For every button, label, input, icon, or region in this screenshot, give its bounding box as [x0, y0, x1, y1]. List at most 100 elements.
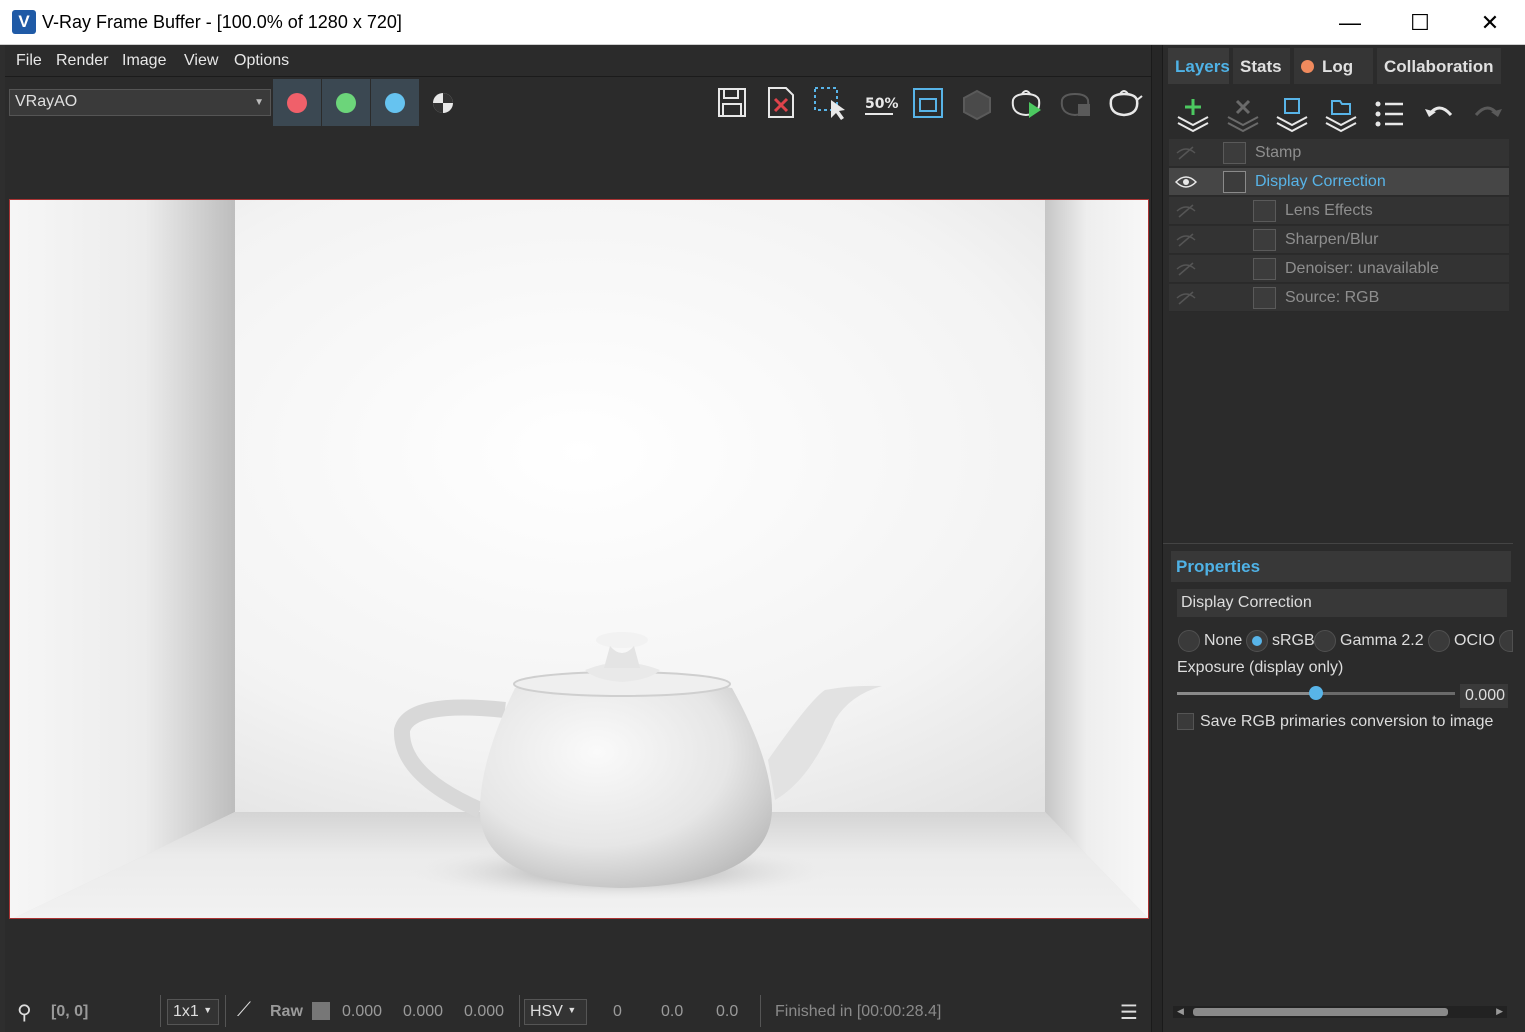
chevron-down-icon: ▼: [567, 1005, 577, 1015]
region-select-icon[interactable]: [811, 84, 849, 122]
radio-gamma-label: Gamma 2.2: [1340, 632, 1424, 649]
value-value: 0.0: [716, 1003, 739, 1020]
radio-none-label: None: [1204, 632, 1243, 649]
exposure-slider-handle[interactable]: [1309, 686, 1323, 700]
layer-label: Display Correction: [1255, 173, 1386, 190]
tab-stats[interactable]: Stats: [1233, 48, 1290, 84]
layer-row-stamp[interactable]: Stamp: [1169, 139, 1509, 167]
sharpen-blur-layer-icon: [1253, 229, 1276, 251]
red-channel-button[interactable]: [273, 79, 321, 126]
layer-name-field[interactable]: Display Correction: [1177, 589, 1507, 617]
save-layers-icon[interactable]: [1272, 95, 1312, 133]
tab-collaboration[interactable]: Collaboration: [1377, 48, 1501, 84]
eye-hidden-icon[interactable]: [1175, 290, 1197, 306]
exposure-slider[interactable]: [1177, 686, 1455, 700]
eye-hidden-icon[interactable]: [1175, 261, 1197, 277]
radio-ocio[interactable]: [1428, 630, 1450, 652]
eye-hidden-icon[interactable]: [1175, 203, 1197, 219]
divider: [760, 995, 761, 1027]
color-space-dropdown[interactable]: HSV ▼: [524, 999, 587, 1025]
status-bar: ⚲ [0, 0] 1x1 ▼ ⟋ Raw 0.000 0.000 0.000 H…: [5, 990, 1151, 1032]
scroll-right-icon[interactable]: ▶: [1496, 1006, 1503, 1017]
radio-srgb-label: sRGB: [1272, 632, 1315, 649]
menu-image[interactable]: Image: [122, 52, 166, 70]
red-dot-icon: [287, 93, 307, 113]
menu-options[interactable]: Options: [234, 52, 289, 70]
menu-file[interactable]: File: [16, 52, 42, 70]
layer-row-denoiser[interactable]: Denoiser: unavailable: [1169, 255, 1509, 283]
log-status-dot-icon: [1301, 60, 1314, 73]
layer-label: Stamp: [1255, 144, 1302, 161]
divider: [519, 995, 520, 1027]
red-value: 0.000: [342, 1003, 383, 1020]
layer-row-source-rgb[interactable]: Source: RGB: [1169, 284, 1509, 312]
panel-splitter[interactable]: [1151, 45, 1163, 1032]
color-swatch: [312, 1002, 330, 1020]
blue-channel-button[interactable]: [371, 79, 419, 126]
layer-row-sharpen-blur[interactable]: Sharpen/Blur: [1169, 226, 1509, 254]
scroll-left-icon[interactable]: ◀: [1177, 1006, 1184, 1017]
layer-row-display-correction[interactable]: Display Correction: [1169, 168, 1509, 196]
channel-dropdown[interactable]: VRayAO ▼: [9, 89, 271, 116]
save-rgb-checkbox[interactable]: [1177, 713, 1194, 730]
add-layer-icon[interactable]: [1173, 95, 1213, 133]
green-dot-icon: [336, 93, 356, 113]
sample-size-dropdown[interactable]: 1x1 ▼: [167, 999, 219, 1025]
divider: [225, 995, 226, 1027]
curve-icon[interactable]: ⟋: [237, 999, 251, 1022]
exposure-slider-fill: [1177, 692, 1316, 695]
clear-image-icon[interactable]: [762, 84, 800, 122]
stop-render-icon[interactable]: [1056, 84, 1094, 122]
mono-channel-icon[interactable]: [424, 84, 462, 122]
exposure-label: Exposure (display only): [1177, 659, 1344, 676]
rendered-image[interactable]: [9, 199, 1149, 919]
layer-label: Sharpen/Blur: [1285, 231, 1379, 248]
panel-horizontal-scrollbar[interactable]: ◀ ▶: [1173, 1006, 1507, 1018]
blue-value: 0.000: [464, 1003, 505, 1020]
log-toggle-icon[interactable]: ☰: [1120, 1000, 1138, 1025]
load-layers-icon[interactable]: [1321, 95, 1361, 133]
menu-view[interactable]: View: [184, 52, 218, 70]
vray-logo-icon: V: [12, 10, 36, 34]
minimize-button[interactable]: —: [1315, 0, 1385, 45]
interactive-render-icon[interactable]: [1007, 84, 1045, 122]
redo-icon[interactable]: [1468, 95, 1508, 133]
save-rgb-label: Save RGB primaries conversion to image: [1200, 713, 1494, 730]
render-region-icon[interactable]: [958, 84, 996, 122]
track-mouse-icon[interactable]: [909, 84, 947, 122]
close-button[interactable]: ✕: [1455, 0, 1525, 45]
render-icon[interactable]: [1105, 84, 1143, 122]
properties-splitter[interactable]: [1163, 543, 1513, 549]
menu-render[interactable]: Render: [56, 52, 108, 70]
render-status: Finished in [00:00:28.4]: [775, 1003, 942, 1020]
source-layer-icon: [1253, 287, 1276, 309]
eye-visible-icon[interactable]: [1175, 174, 1197, 190]
layer-label: Source: RGB: [1285, 289, 1380, 306]
radio-none[interactable]: [1178, 630, 1200, 652]
layer-list-icon[interactable]: [1370, 95, 1410, 133]
scrollbar-thumb[interactable]: [1193, 1008, 1448, 1016]
denoiser-layer-icon: [1253, 258, 1276, 280]
green-value: 0.000: [403, 1003, 444, 1020]
radio-srgb[interactable]: [1246, 630, 1268, 652]
raw-label[interactable]: Raw: [270, 1003, 303, 1021]
tab-log-label: Log: [1322, 57, 1354, 76]
maximize-button[interactable]: ☐: [1385, 0, 1455, 45]
lens-effects-layer-icon: [1253, 200, 1276, 222]
zoom-50-icon[interactable]: 50%: [860, 84, 899, 122]
tab-layers[interactable]: Layers: [1168, 48, 1230, 84]
saturation-value: 0.0: [661, 1003, 684, 1020]
delete-layer-icon[interactable]: [1223, 95, 1263, 133]
exposure-input[interactable]: 0.000: [1460, 684, 1508, 708]
green-channel-button[interactable]: [322, 79, 370, 126]
save-image-icon[interactable]: [713, 84, 751, 122]
layer-row-lens-effects[interactable]: Lens Effects: [1169, 197, 1509, 225]
eye-hidden-icon[interactable]: [1175, 145, 1197, 161]
tab-log[interactable]: Log: [1294, 48, 1373, 84]
undo-icon[interactable]: [1419, 95, 1459, 133]
layers-list: Stamp Display Correction Lens Effects Sh…: [1169, 139, 1509, 314]
chevron-down-icon: ▼: [254, 97, 264, 108]
lock-icon[interactable]: ⚲: [17, 1000, 32, 1025]
radio-gamma[interactable]: [1314, 630, 1336, 652]
eye-hidden-icon[interactable]: [1175, 232, 1197, 248]
